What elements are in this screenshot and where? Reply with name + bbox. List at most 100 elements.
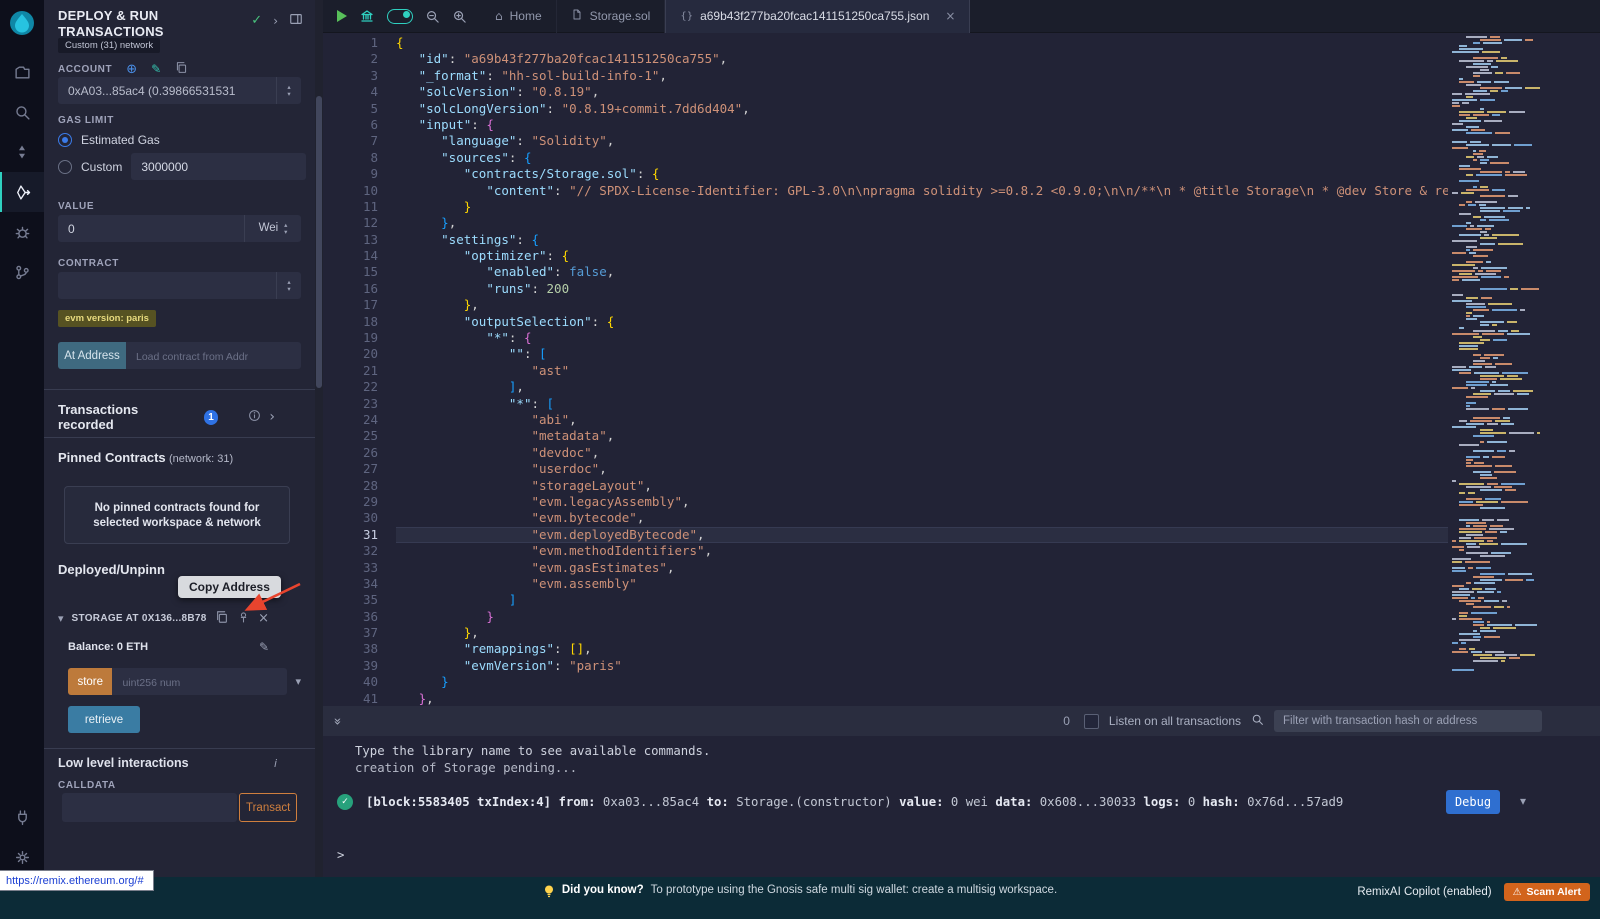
editor-line[interactable]: 2 "id": "a69b43f277ba20fcac141151250ca75…	[323, 51, 1448, 67]
solidity-compiler-icon[interactable]	[0, 132, 44, 172]
tab-home[interactable]: ⌂ Home	[481, 0, 557, 33]
editor-line[interactable]: 21 "ast"	[323, 363, 1448, 379]
remix-logo-icon[interactable]	[7, 8, 37, 38]
bank-icon[interactable]	[359, 8, 375, 24]
editor-line[interactable]: 25 "metadata",	[323, 428, 1448, 444]
file-explorer-icon[interactable]	[0, 52, 44, 92]
chevron-down-icon[interactable]: ▾	[58, 612, 64, 625]
copy-address-icon[interactable]	[215, 610, 229, 627]
editor-line[interactable]: 32 "evm.methodIdentifiers",	[323, 543, 1448, 559]
copy-account-icon[interactable]	[175, 61, 188, 77]
debug-button[interactable]: Debug	[1446, 790, 1500, 814]
edit-balance-icon[interactable]: ✎	[259, 640, 269, 654]
editor-line[interactable]: 23 "*": [	[323, 396, 1448, 412]
editor-line[interactable]: 27 "userdoc",	[323, 461, 1448, 477]
info-icon[interactable]: i	[274, 757, 277, 770]
transaction-filter-input[interactable]	[1274, 710, 1542, 732]
editor-line[interactable]: 30 "evm.bytecode",	[323, 510, 1448, 526]
contract-stepper[interactable]: ▴ ▾	[276, 272, 301, 299]
editor-line[interactable]: 3 "_format": "hh-sol-build-info-1",	[323, 68, 1448, 84]
contract-select[interactable]: ▴ ▾	[58, 272, 301, 299]
at-address-input[interactable]	[126, 342, 301, 369]
editor-line[interactable]: 10 "content": "// SPDX-License-Identifie…	[323, 183, 1448, 199]
at-address-button[interactable]: At Address	[58, 342, 126, 369]
editor-line[interactable]: 35 ]	[323, 592, 1448, 608]
deploy-run-icon[interactable]	[0, 172, 44, 212]
editor-line[interactable]: 34 "evm.assembly"	[323, 576, 1448, 592]
code-editor[interactable]: 1{2 "id": "a69b43f277ba20fcac141151250ca…	[323, 33, 1600, 706]
editor-minimap[interactable]	[1448, 35, 1540, 695]
scam-alert-badge[interactable]: ⚠ Scam Alert	[1504, 883, 1590, 901]
editor-line[interactable]: 29 "evm.legacyAssembly",	[323, 494, 1448, 510]
editor-line[interactable]: 4 "solcVersion": "0.8.19",	[323, 84, 1448, 100]
value-unit-select[interactable]: Wei ▴ ▾	[244, 215, 301, 242]
editor-line[interactable]: 9 "contracts/Storage.sol": {	[323, 166, 1448, 182]
add-account-icon[interactable]: ⊕	[126, 62, 137, 77]
expand-function-icon[interactable]: ▾	[295, 675, 301, 688]
editor-line[interactable]: 7 "language": "Solidity",	[323, 133, 1448, 149]
retrieve-function-button[interactable]: retrieve	[68, 706, 140, 733]
terminal-prompt[interactable]: >	[337, 848, 344, 862]
account-select[interactable]: 0xA03...85ac4 (0.39866531531 ▴ ▾	[58, 77, 301, 104]
editor-line[interactable]: 36 }	[323, 609, 1448, 625]
editor-line[interactable]: 17 },	[323, 297, 1448, 313]
info-icon[interactable]	[248, 409, 261, 425]
copilot-status[interactable]: RemixAI Copilot (enabled)	[1357, 886, 1491, 898]
editor-line[interactable]: 8 "sources": {	[323, 150, 1448, 166]
debugger-icon[interactable]	[0, 212, 44, 252]
calldata-input[interactable]	[62, 793, 237, 822]
editor-line[interactable]: 16 "runs": 200	[323, 281, 1448, 297]
value-input[interactable]	[58, 215, 244, 242]
account-stepper[interactable]: ▴ ▾	[276, 77, 301, 104]
custom-gas-input[interactable]	[131, 153, 306, 180]
editor-line[interactable]: 22 ],	[323, 379, 1448, 395]
transaction-log-row[interactable]: ✓ [block:5583405 txIndex:4] from: 0xa03.…	[337, 794, 1430, 810]
editor-line[interactable]: 20 "": [	[323, 346, 1448, 362]
chevron-right-icon[interactable]: ›	[273, 14, 278, 28]
editor-line[interactable]: 1{	[323, 35, 1448, 51]
editor-line[interactable]: 41 },	[323, 691, 1448, 706]
editor-line[interactable]: 39 "evmVersion": "paris"	[323, 658, 1448, 674]
zoom-out-button[interactable]	[425, 9, 440, 24]
search-icon[interactable]	[0, 92, 44, 132]
tab-build-info-json[interactable]: {} a69b43f277ba20fcac141151250ca755.json…	[665, 0, 970, 33]
panel-layout-icon[interactable]	[289, 12, 303, 29]
edit-account-icon[interactable]: ✎	[151, 62, 161, 76]
store-function-button[interactable]: store	[68, 668, 112, 695]
source-control-icon[interactable]	[0, 252, 44, 292]
deployed-contract-label[interactable]: STORAGE AT 0X136...8B78	[72, 613, 207, 624]
editor-line[interactable]: 6 "input": {	[323, 117, 1448, 133]
editor-line[interactable]: 31 "evm.deployedBytecode",	[323, 527, 1448, 543]
editor-line[interactable]: 37 },	[323, 625, 1448, 641]
estimated-gas-radio[interactable]	[58, 133, 72, 147]
listen-transactions-checkbox[interactable]	[1084, 714, 1099, 729]
collapse-terminal-icon[interactable]: »	[329, 717, 344, 725]
pin-contract-icon[interactable]	[237, 611, 250, 627]
editor-line[interactable]: 40 }	[323, 674, 1448, 690]
scrollbar-thumb[interactable]	[316, 96, 322, 388]
remove-contract-icon[interactable]: ×	[258, 611, 269, 626]
copilot-toggle[interactable]	[387, 9, 413, 24]
terminal-output[interactable]: Type the library name to see available c…	[323, 736, 1600, 877]
editor-line[interactable]: 18 "outputSelection": {	[323, 314, 1448, 330]
editor-line[interactable]: 33 "evm.gasEstimates",	[323, 560, 1448, 576]
editor-line[interactable]: 19 "*": {	[323, 330, 1448, 346]
editor-line[interactable]: 38 "remappings": [],	[323, 641, 1448, 657]
chevron-right-icon[interactable]: ›	[269, 409, 275, 425]
editor-line[interactable]: 24 "abi",	[323, 412, 1448, 428]
editor-line[interactable]: 11 }	[323, 199, 1448, 215]
tab-storage-sol[interactable]: Storage.sol	[557, 0, 666, 33]
custom-gas-radio[interactable]	[58, 160, 72, 174]
editor-line[interactable]: 15 "enabled": false,	[323, 264, 1448, 280]
close-tab-icon[interactable]: ×	[945, 9, 955, 23]
run-script-button[interactable]	[337, 10, 347, 22]
editor-line[interactable]: 26 "devdoc",	[323, 445, 1448, 461]
transact-button[interactable]: Transact	[239, 793, 297, 822]
store-arg-input[interactable]	[112, 668, 287, 695]
editor-line[interactable]: 13 "settings": {	[323, 232, 1448, 248]
editor-line[interactable]: 12 },	[323, 215, 1448, 231]
editor-line[interactable]: 28 "storageLayout",	[323, 478, 1448, 494]
plugin-manager-icon[interactable]	[0, 797, 44, 837]
zoom-in-button[interactable]	[452, 9, 467, 24]
editor-line[interactable]: 14 "optimizer": {	[323, 248, 1448, 264]
